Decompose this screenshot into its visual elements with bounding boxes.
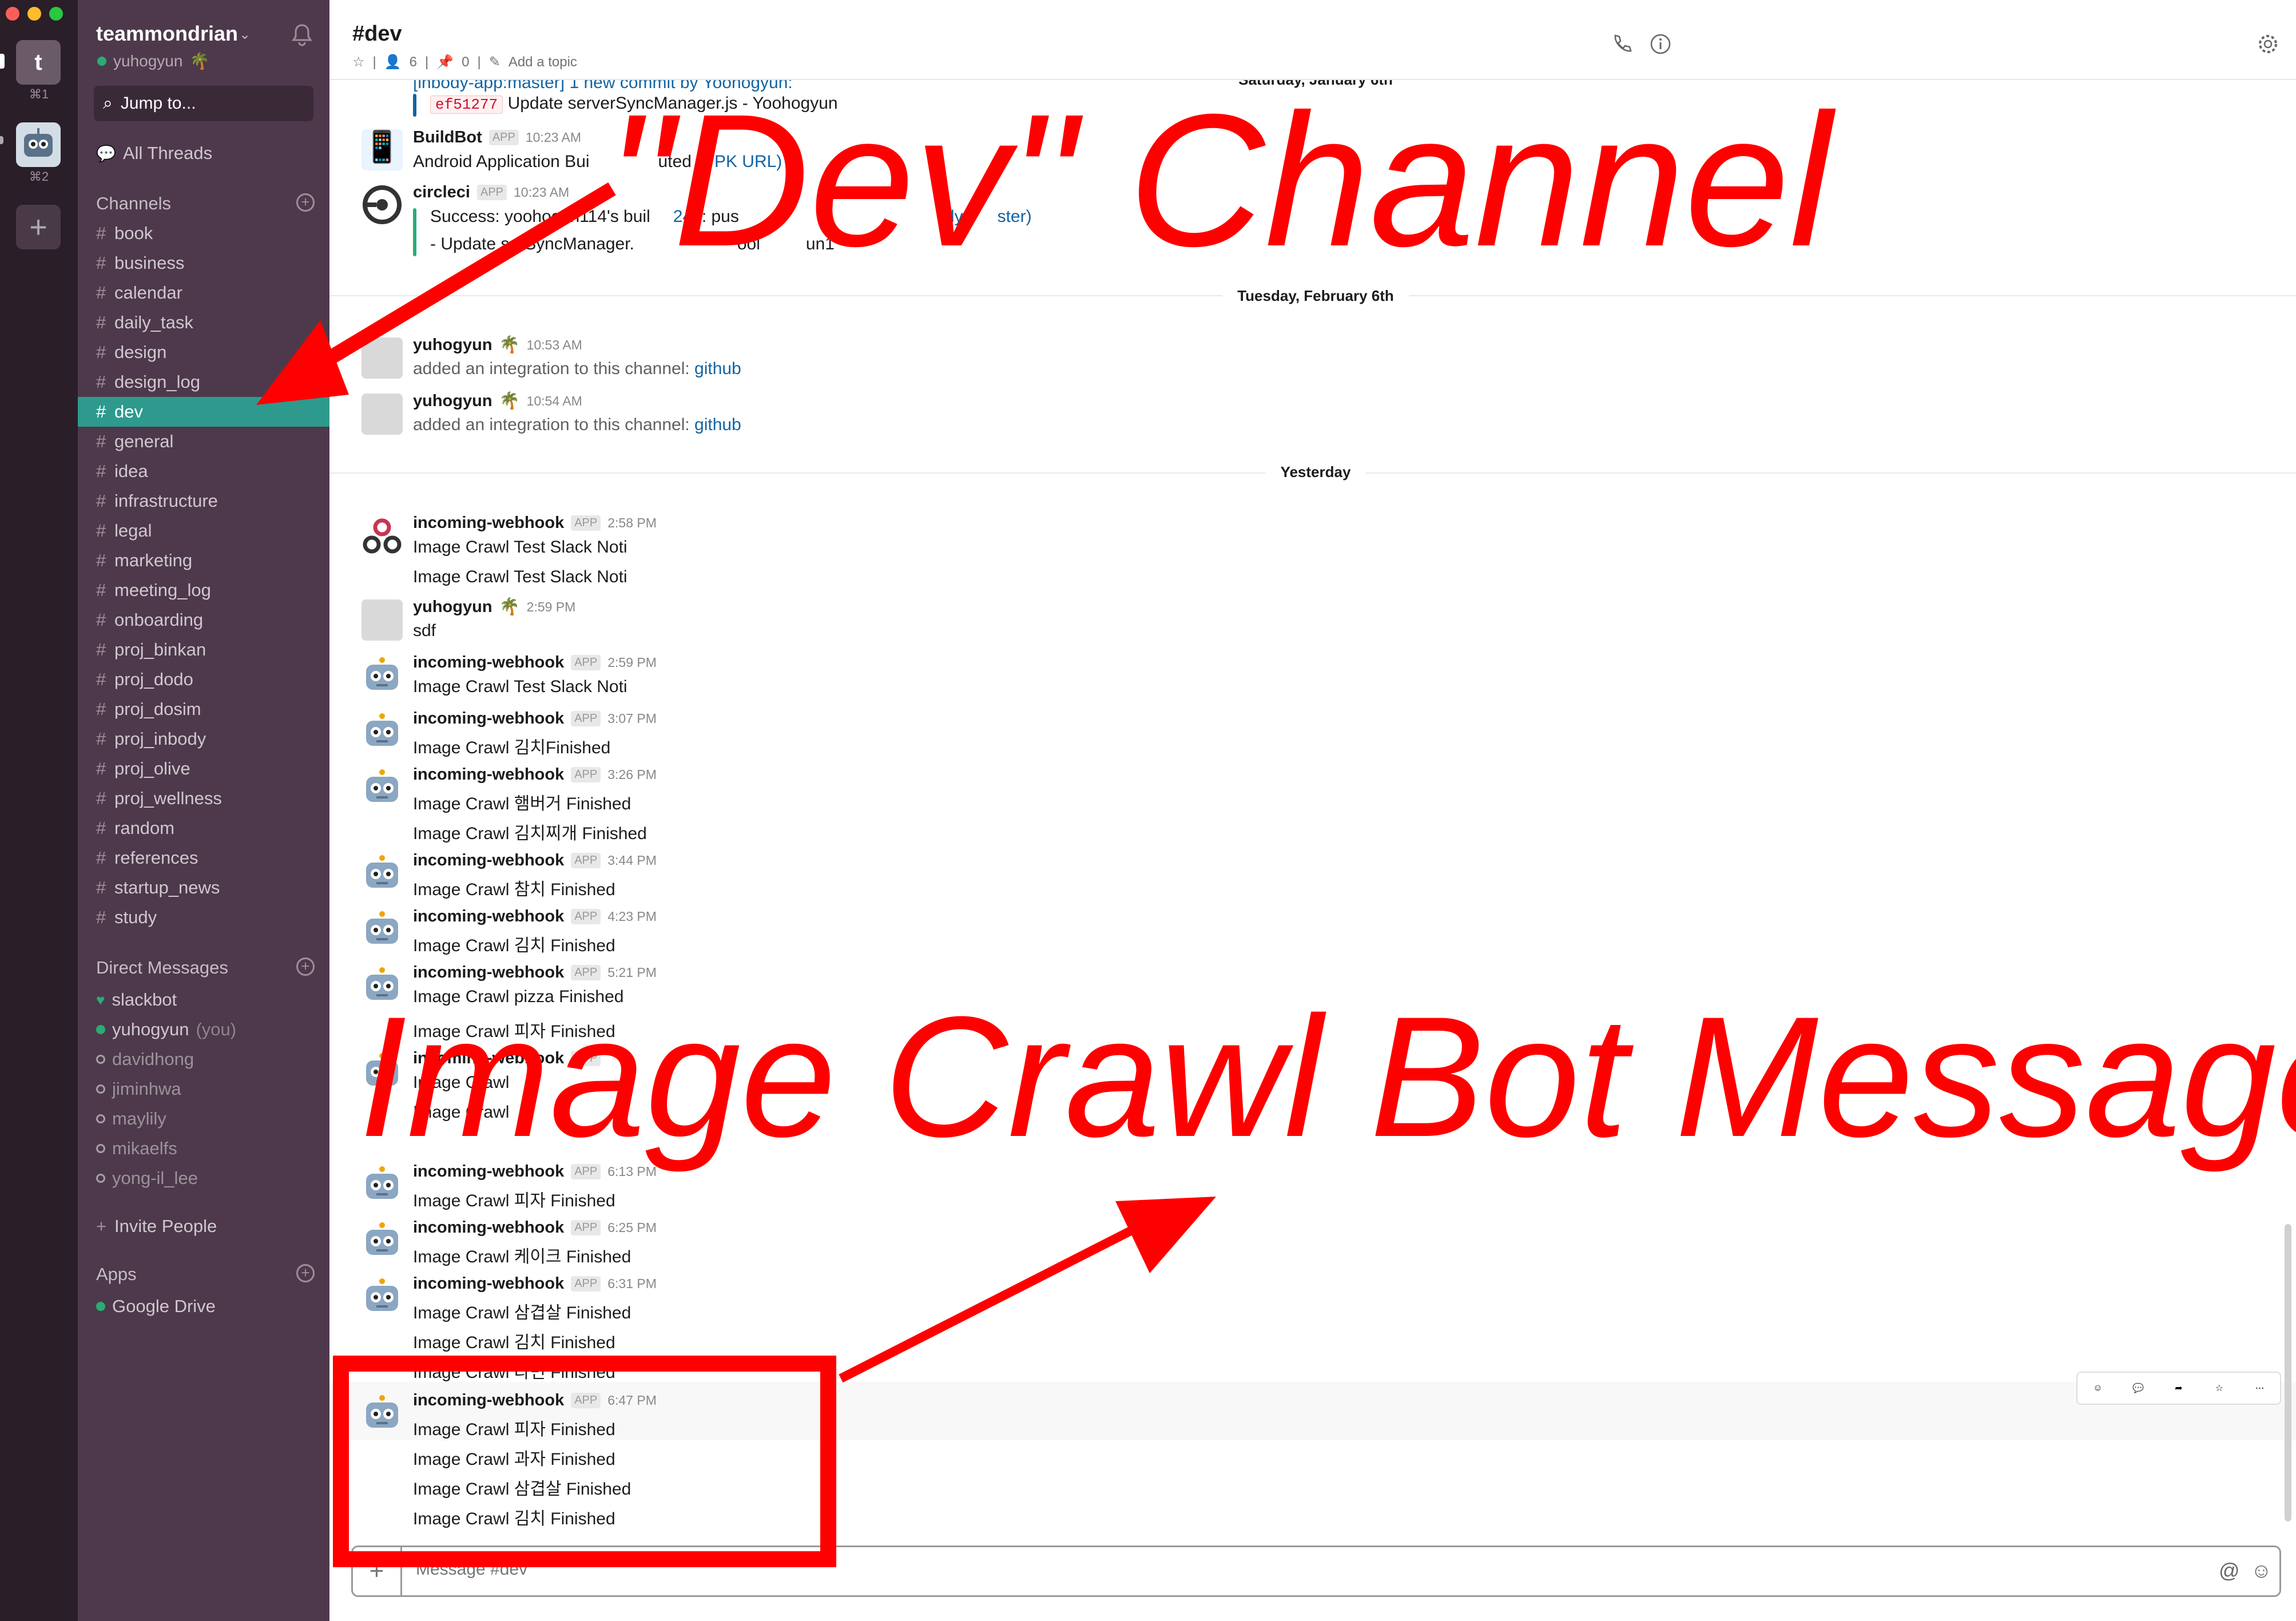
annotation-bot-label: Image Crawl Bot Message (359, 980, 2296, 1173)
annotation-highlight-box (333, 1356, 836, 1567)
slack-app-window: t ⌘1 ⌘2 + teammondrian ⌄ yuhogyun 🌴 ⌕ Ju… (0, 0, 2296, 1621)
annotation-arrow-dev (293, 182, 616, 384)
annotation-arrow-bot (839, 1219, 1146, 1383)
annotation-arrowhead-dev (256, 320, 349, 405)
annotation-dev-label: "Dev" Channel (606, 74, 1832, 285)
